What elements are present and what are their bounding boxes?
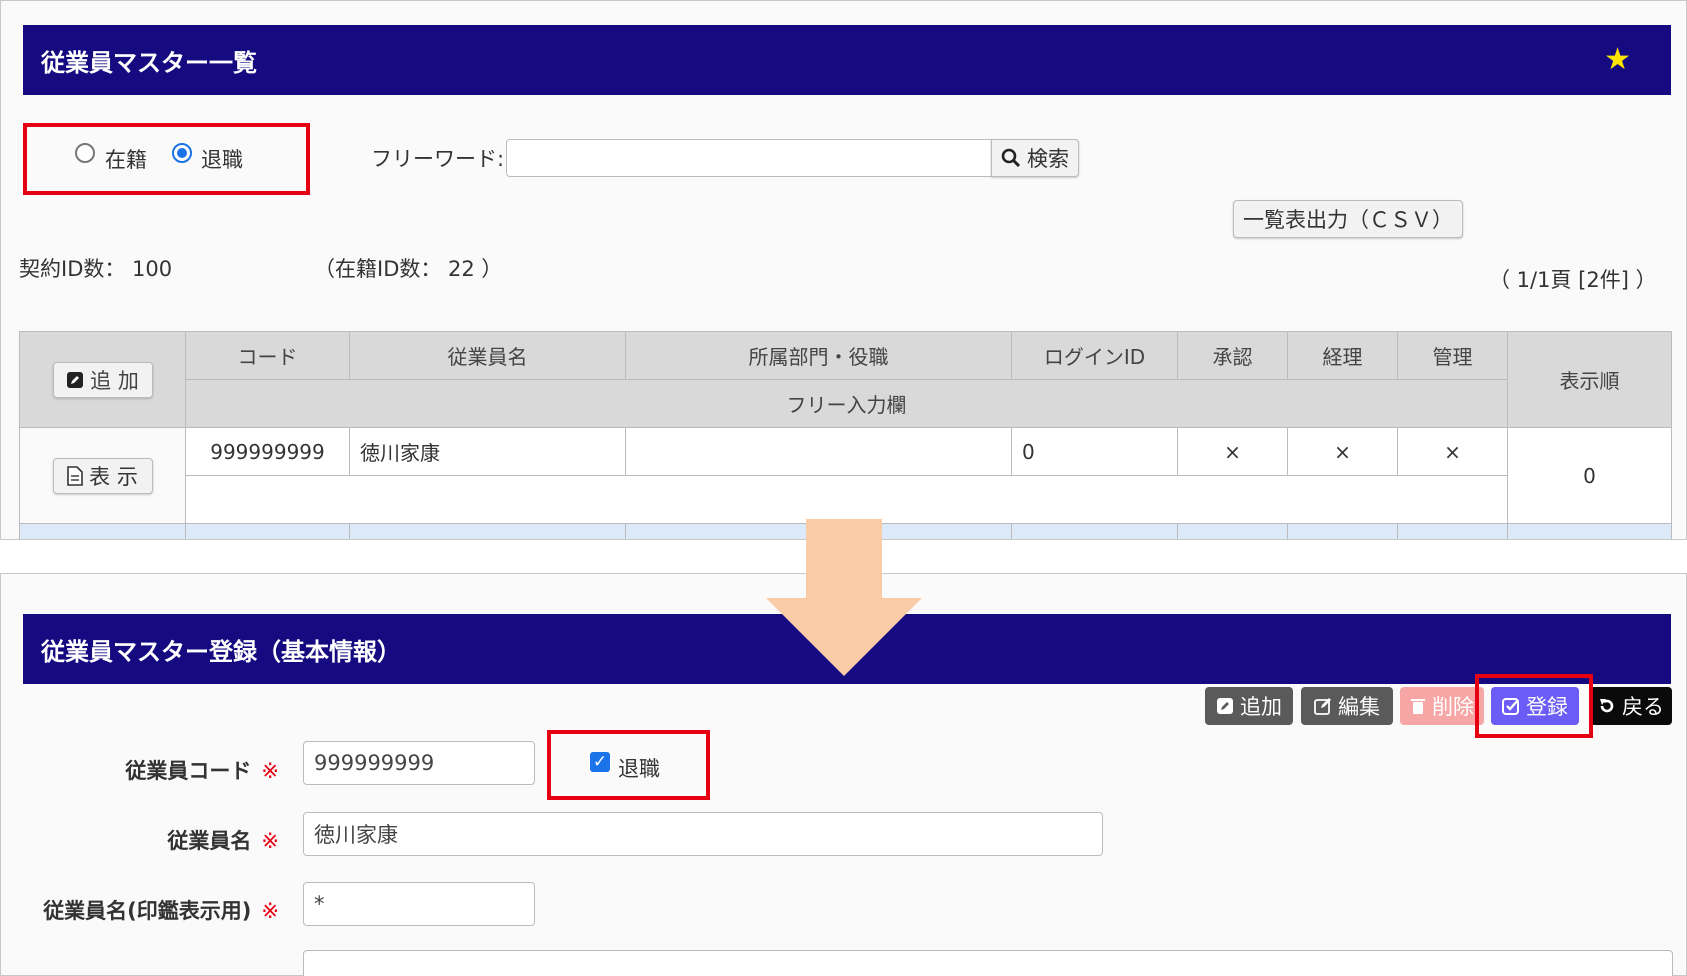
highlight-box-status-filter — [23, 123, 310, 195]
edit-action-button[interactable]: 編集 — [1301, 687, 1393, 725]
required-mark: ※ — [261, 759, 279, 783]
list-title-bar: 従業員マスター一覧 ★ — [23, 25, 1671, 95]
header-approve[interactable]: 承認 — [1177, 331, 1288, 380]
page-title: 従業員マスター一覧 — [41, 48, 257, 77]
add-header-cell: 追 加 — [19, 331, 186, 428]
cell-order: 0 — [1507, 427, 1672, 524]
edit-action-label: 編集 — [1338, 695, 1380, 719]
header-free-input: フリー入力欄 — [185, 379, 1508, 428]
employee-code-input[interactable] — [303, 741, 535, 785]
radio-retired-label: 退職 — [201, 148, 243, 172]
seal-name-label: 従業員名(印鑑表示用) ※ — [43, 899, 279, 923]
delete-action-button[interactable]: 削除 — [1400, 687, 1484, 725]
add-action-label: 追加 — [1240, 695, 1282, 719]
back-action-label: 戻る — [1622, 695, 1664, 719]
required-mark: ※ — [261, 899, 279, 923]
star-icon[interactable]: ★ — [1604, 45, 1631, 75]
register-page-title: 従業員マスター登録（基本情報） — [41, 637, 401, 666]
header-name[interactable]: 従業員名 — [349, 331, 626, 380]
employee-list-screen: 従業員マスター一覧 ★ 在籍 退職 フリーワード: 検索 一覧表出力（ＣＳＶ） … — [0, 0, 1687, 540]
delete-action-label: 削除 — [1432, 695, 1474, 719]
search-button-label: 検索 — [1027, 147, 1069, 171]
retired-checkbox-label: 退職 — [618, 757, 660, 781]
back-action-button[interactable]: 戻る — [1590, 687, 1672, 725]
cell-admin: × — [1397, 427, 1508, 476]
undo-icon — [1600, 699, 1614, 713]
cell-dept — [625, 427, 1012, 476]
retired-checkbox[interactable]: ✓ — [590, 752, 610, 772]
header-order[interactable]: 表示順 — [1507, 331, 1672, 428]
code-label: 従業員コード ※ — [125, 759, 279, 783]
add-action-button[interactable]: 追加 — [1205, 687, 1293, 725]
radio-active-label: 在籍 — [105, 148, 147, 172]
cell-accounting: × — [1287, 427, 1398, 476]
register-title-bar: 従業員マスター登録（基本情報） — [23, 614, 1671, 684]
cell-approve: × — [1177, 427, 1288, 476]
active-id-count: （在籍ID数： 22 ） — [314, 257, 503, 281]
header-accounting[interactable]: 経理 — [1287, 331, 1398, 380]
header-admin[interactable]: 管理 — [1397, 331, 1508, 380]
highlight-box-register — [1475, 674, 1593, 738]
csv-export-label: 一覧表出力（ＣＳＶ） — [1243, 208, 1453, 232]
name-label: 従業員名 ※ — [167, 829, 279, 853]
cell-code: 999999999 — [185, 427, 350, 476]
table-row-partial — [19, 523, 1672, 539]
header-code[interactable]: コード — [185, 331, 350, 380]
edit-icon — [1217, 698, 1233, 714]
cell-login: 0 — [1011, 427, 1178, 476]
freeword-label: フリーワード: — [371, 147, 505, 171]
required-mark: ※ — [261, 829, 279, 853]
edit-icon — [67, 371, 84, 388]
document-icon — [67, 465, 83, 486]
table-row-free — [20, 475, 1672, 524]
radio-active[interactable] — [75, 143, 95, 163]
search-button[interactable]: 検索 — [991, 139, 1079, 177]
table-row: 表 示 999999999 徳川家康 0 × × × 0 — [19, 427, 1672, 524]
view-button-cell: 表 示 — [19, 427, 186, 524]
employee-name-input[interactable] — [303, 812, 1103, 856]
csv-export-button[interactable]: 一覧表出力（ＣＳＶ） — [1233, 200, 1463, 238]
contract-id-count: 契約ID数： 100 — [19, 257, 173, 281]
header-dept[interactable]: 所属部門・役職 — [625, 331, 1012, 380]
employee-table: 追 加 コード 従業員名 所属部門・役職 ログインID 承認 経理 管理 表示順… — [19, 331, 1672, 539]
view-button[interactable]: 表 示 — [52, 457, 153, 494]
email-input[interactable] — [303, 950, 1673, 976]
cell-name: 徳川家康 — [349, 427, 626, 476]
cell-free-input — [185, 475, 1508, 524]
freeword-input[interactable] — [506, 139, 994, 177]
seal-name-input[interactable] — [303, 882, 535, 926]
view-button-label: 表 示 — [89, 464, 138, 489]
add-button[interactable]: 追 加 — [52, 361, 153, 398]
pencil-square-icon — [1314, 698, 1331, 715]
radio-retired[interactable] — [172, 143, 192, 163]
header-login[interactable]: ログインID — [1011, 331, 1178, 380]
add-button-label: 追 加 — [90, 368, 139, 393]
trash-icon — [1411, 699, 1425, 714]
search-icon — [1001, 148, 1021, 168]
pagination-info: （ 1/1頁 [2件] ） — [1489, 268, 1657, 292]
